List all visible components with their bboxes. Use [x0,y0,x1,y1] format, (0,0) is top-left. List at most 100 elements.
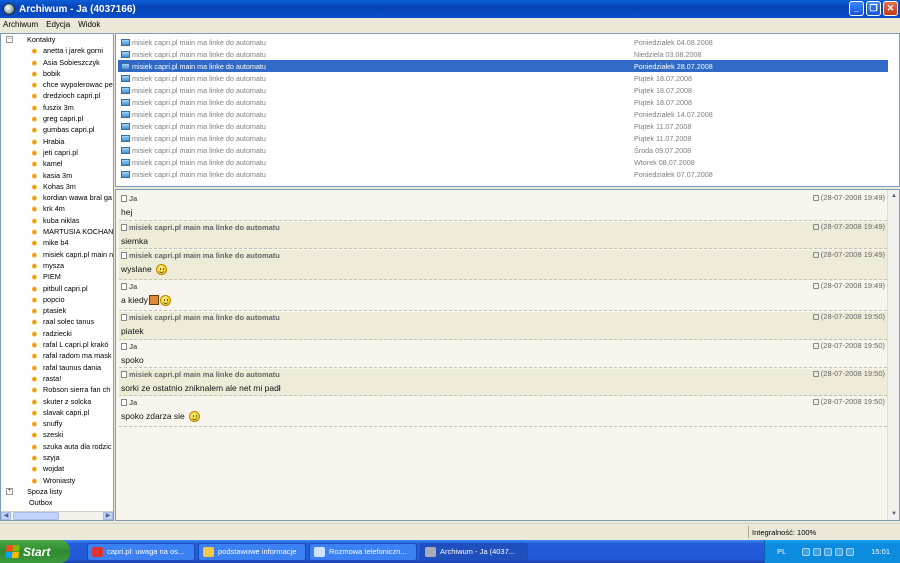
tree-contact[interactable]: ✹ Kohas 3m [1,181,113,192]
contact-status-icon: ✹ [31,92,38,102]
message-row[interactable]: misiek capri.pl main ma linke do automat… [118,108,888,120]
tree-contact[interactable]: ✹ kordian wawa bral ga [1,192,113,203]
tree-contact[interactable]: ✹ chce wypolerowac pe [1,79,113,90]
task-podstawowe[interactable]: podstawowe informacje [198,542,306,561]
window-title: Archiwum - Ja (4037166) [19,3,136,15]
tree-contact[interactable]: ✹ jeti capri.pl [1,147,113,158]
expand-icon[interactable]: + [6,488,13,496]
tree-contact[interactable]: ✹ misiek capri.pl main n [1,249,113,260]
tree-contact[interactable]: ✹ Robson sierra fan ch [1,384,113,395]
back-icon[interactable] [802,547,811,556]
tree-node-outbox[interactable]: Outbox [1,497,113,508]
tree-contact[interactable]: ✹ greg capri.pl [1,113,113,124]
tree-contact[interactable]: ✹ raal solec tanus [1,316,113,327]
tree-contact[interactable]: ✹ dredzioch capri.pl [1,90,113,101]
tree-node-kontakty[interactable]: − Kontakty [1,34,113,45]
tree-contact[interactable]: ✹ snuffy [1,418,113,429]
app-icon[interactable] [3,3,15,15]
minimize-button[interactable]: _ [849,1,864,16]
message-icon [121,110,130,118]
tree-contact[interactable]: ✹ PIEM [1,271,113,282]
task-rozmowa[interactable]: Rozmowa telefoniczn... [309,542,417,561]
message-icon [121,38,130,46]
tree-contact[interactable]: ✹ Asia Sobieszczyk [1,57,113,68]
sender-name: misiek capri.pl main ma linke do automat… [129,370,280,379]
close-button[interactable]: ✕ [883,1,898,16]
tree-contact[interactable]: ✹ szyja [1,452,113,463]
tree-contact[interactable]: ✹ rafal taunus dania [1,362,113,373]
tree-contact[interactable]: ✹ kamel [1,158,113,169]
tree-contact[interactable]: ✹ gumbas capri.pl [1,124,113,135]
message-text: piatek [121,326,144,336]
tree-contact[interactable]: ✹ szuka auta dla rodzic [1,441,113,452]
task-capri[interactable]: capri.pl: uwaga na os... [87,542,195,561]
message-row[interactable]: misiek capri.pl main ma linke do automat… [118,132,888,144]
tree-contact[interactable]: ✹ szeski [1,429,113,440]
menu-archiwum[interactable]: Archiwum [3,20,38,29]
tree-contact[interactable]: ✹ Hrabia [1,136,113,147]
scroll-up-icon[interactable]: ▲ [889,191,899,201]
tree-contact[interactable]: ✹ bobik [1,68,113,79]
note-icon [121,283,127,290]
tree-contact[interactable]: ✹ anetta i jarek gorni [1,45,113,56]
scroll-down-icon[interactable]: ▼ [889,509,899,519]
tree-contact[interactable]: ✹ kasia 3m [1,170,113,181]
sender-name: Ja [129,194,138,203]
tree-contact[interactable]: ✹ ptasiek [1,305,113,316]
message-icon [121,86,130,94]
conversation-entry: misiek capri.pl main ma linke do automat… [119,369,887,396]
scroll-right-icon[interactable]: ▶ [103,512,113,520]
tree-contact[interactable]: ✹ kuba niklas [1,215,113,226]
scroll-left-icon[interactable]: ◀ [1,512,11,520]
tree-contact[interactable]: ✹ pitbull capri.pl [1,283,113,294]
gadu-icon[interactable] [846,547,855,556]
volume-icon[interactable] [824,547,833,556]
tree-contact[interactable]: ✹ wojdat [1,463,113,474]
tree-contact[interactable]: ✹ slavak capri.pl [1,407,113,418]
message-row[interactable]: misiek capri.pl main ma linke do automat… [118,60,888,72]
horizontal-scrollbar[interactable]: ◀ ▶ [1,511,113,520]
tree-contact[interactable]: ✹ mike b4 [1,237,113,248]
contact-status-icon: ✹ [31,216,38,226]
language-indicator[interactable]: PL [777,547,786,556]
tree-contact[interactable]: ✹ rasta! [1,373,113,384]
collapse-icon[interactable]: − [6,36,13,44]
message-row[interactable]: misiek capri.pl main ma linke do automat… [118,120,888,132]
windows-logo-icon [5,545,20,558]
message-row[interactable]: misiek capri.pl main ma linke do automat… [118,48,888,60]
tree-contact[interactable]: ✹ popcio [1,294,113,305]
menu-widok[interactable]: Widok [78,20,100,29]
tree-contact[interactable]: ✹ mysza [1,260,113,271]
tree-node-spoza-listy[interactable]: + Spoza listy [1,486,113,497]
tree-contact[interactable]: ✹ rafal radom ma mask [1,350,113,361]
task-archiwum[interactable]: Archiwum - Ja (4037... [420,542,528,561]
network-icon[interactable] [813,547,822,556]
message-row[interactable]: misiek capri.pl main ma linke do automat… [118,144,888,156]
message-list[interactable]: misiek capri.pl main ma linke do automat… [115,33,900,187]
tree-contact[interactable]: ✹ rafal L capri.pl krakó [1,339,113,350]
tree-contact[interactable]: ✹ MARTUSIA KOCHAN [1,226,113,237]
tree-contact[interactable]: ✹ Wroniasty [1,475,113,486]
message-row[interactable]: misiek capri.pl main ma linke do automat… [118,72,888,84]
menu-edycja[interactable]: Edycja [46,20,70,29]
status-bar: Integralność: 100% [0,523,900,539]
scrollbar-thumb[interactable] [13,512,59,520]
tree-contact[interactable]: ✹ krk 4m [1,203,113,214]
tree-contact[interactable]: ✹ skuter z solcka [1,396,113,407]
smiley-icon [188,410,200,422]
message-row[interactable]: misiek capri.pl main ma linke do automat… [118,84,888,96]
clock-icon [812,370,819,377]
maximize-button[interactable]: ❐ [866,1,881,16]
start-button[interactable]: Start [0,540,70,563]
tree-contact[interactable]: ✹ fuszix 3m [1,102,113,113]
vertical-scrollbar[interactable]: ▲ ▼ [887,190,899,520]
message-row[interactable]: misiek capri.pl main ma linke do automat… [118,96,888,108]
message-row[interactable]: misiek capri.pl main ma linke do automat… [118,156,888,168]
message-row[interactable]: misiek capri.pl main ma linke do automat… [118,36,888,48]
sender-name: Ja [129,282,138,291]
antivirus-icon[interactable] [835,547,844,556]
contact-tree[interactable]: − Kontakty ✹ anetta i jarek gorni ✹ Asia So… [0,33,114,521]
tree-contact[interactable]: ✹ radziecki [1,328,113,339]
message-icon [121,146,130,154]
message-row[interactable]: misiek capri.pl main ma linke do automat… [118,168,888,180]
